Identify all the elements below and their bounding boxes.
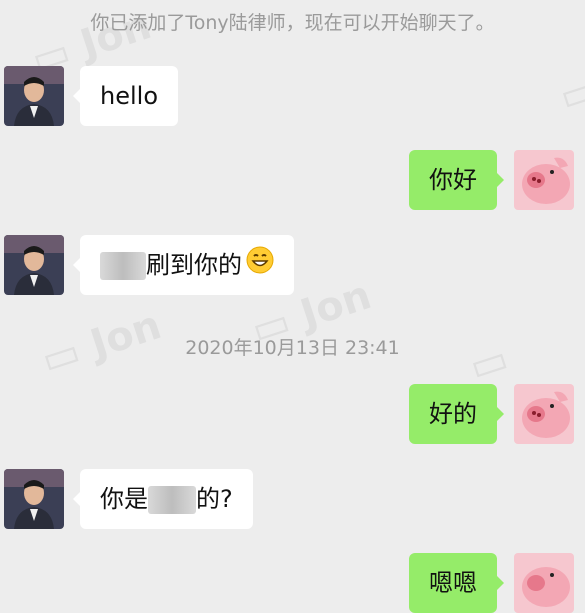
message-text: 的? <box>196 485 233 513</box>
message-text: 好的 <box>429 400 477 428</box>
message-text: 你好 <box>429 166 477 194</box>
message-text: 刷到你的 <box>146 251 242 279</box>
redacted-text <box>148 486 196 514</box>
message-bubble[interactable]: 你好 <box>409 150 504 210</box>
redacted-text <box>100 252 146 280</box>
grinning-face-icon <box>246 236 274 296</box>
message-text: 你是 <box>100 485 148 513</box>
message-bubble[interactable]: 好的 <box>409 384 504 444</box>
self-avatar[interactable] <box>514 384 574 444</box>
message-text: hello <box>100 82 158 110</box>
message-bubble[interactable]: 嗯嗯 <box>409 553 504 613</box>
message-bubble[interactable]: 刷到你的 <box>73 235 294 296</box>
message-text: 嗯嗯 <box>429 569 477 597</box>
self-avatar[interactable] <box>514 553 574 613</box>
contact-avatar[interactable] <box>4 469 64 529</box>
message-bubble[interactable]: 你是 的? <box>73 469 253 529</box>
message-bubble[interactable]: hello <box>73 66 178 126</box>
contact-avatar[interactable] <box>4 235 64 295</box>
watermark: ▭ <box>553 65 585 121</box>
contact-avatar[interactable] <box>4 66 64 126</box>
timestamp: 2020年10月13日 23:41 <box>185 337 400 359</box>
system-message: 你已添加了Tony陆律师，现在可以开始聊天了。 <box>90 12 495 34</box>
self-avatar[interactable] <box>514 150 574 210</box>
